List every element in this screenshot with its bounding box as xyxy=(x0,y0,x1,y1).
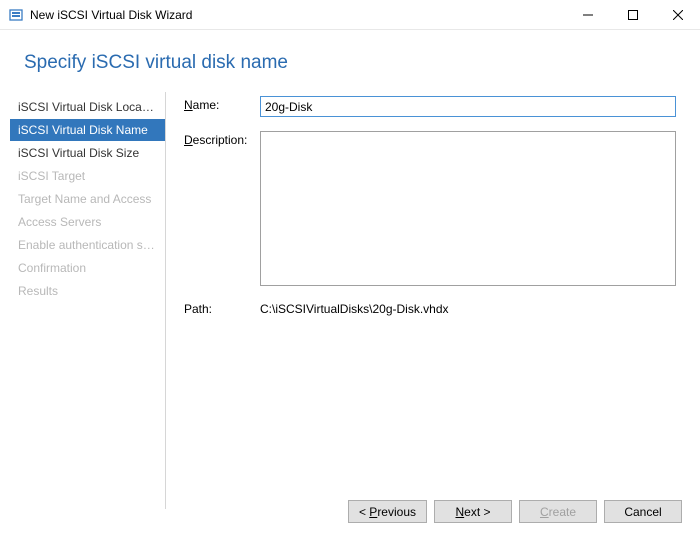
wizard-body: iSCSI Virtual Disk Location iSCSI Virtua… xyxy=(0,92,700,509)
step-confirmation: Confirmation xyxy=(10,257,165,279)
maximize-button[interactable] xyxy=(610,0,655,29)
wizard-steps-sidebar: iSCSI Virtual Disk Location iSCSI Virtua… xyxy=(0,92,166,509)
step-authentication: Enable authentication ser... xyxy=(10,234,165,256)
step-name[interactable]: iSCSI Virtual Disk Name xyxy=(10,119,165,141)
app-icon xyxy=(8,7,24,23)
name-row: Name: xyxy=(184,96,676,117)
path-value: C:\iSCSIVirtualDisks\20g-Disk.vhdx xyxy=(260,300,676,316)
wizard-buttons: < Previous Next > Create Cancel xyxy=(348,500,682,523)
name-input[interactable] xyxy=(260,96,676,117)
window-controls xyxy=(565,0,700,29)
form-panel: Name: Description: Path: C:\iSCSIVirtual… xyxy=(166,92,700,509)
minimize-button[interactable] xyxy=(565,0,610,29)
cancel-button[interactable]: Cancel xyxy=(604,500,682,523)
description-label: Description: xyxy=(184,131,260,147)
close-button[interactable] xyxy=(655,0,700,29)
step-results: Results xyxy=(10,280,165,302)
step-location[interactable]: iSCSI Virtual Disk Location xyxy=(10,96,165,118)
step-target-name: Target Name and Access xyxy=(10,188,165,210)
page-heading: Specify iSCSI virtual disk name xyxy=(0,30,700,92)
path-row: Path: C:\iSCSIVirtualDisks\20g-Disk.vhdx xyxy=(184,300,676,316)
step-target: iSCSI Target xyxy=(10,165,165,187)
next-button[interactable]: Next > xyxy=(434,500,512,523)
window-title: New iSCSI Virtual Disk Wizard xyxy=(30,8,565,22)
titlebar: New iSCSI Virtual Disk Wizard xyxy=(0,0,700,30)
step-access-servers: Access Servers xyxy=(10,211,165,233)
path-label: Path: xyxy=(184,300,260,316)
name-label: Name: xyxy=(184,96,260,112)
step-size[interactable]: iSCSI Virtual Disk Size xyxy=(10,142,165,164)
description-row: Description: xyxy=(184,131,676,286)
create-button[interactable]: Create xyxy=(519,500,597,523)
description-input[interactable] xyxy=(260,131,676,286)
previous-button[interactable]: < Previous xyxy=(348,500,427,523)
